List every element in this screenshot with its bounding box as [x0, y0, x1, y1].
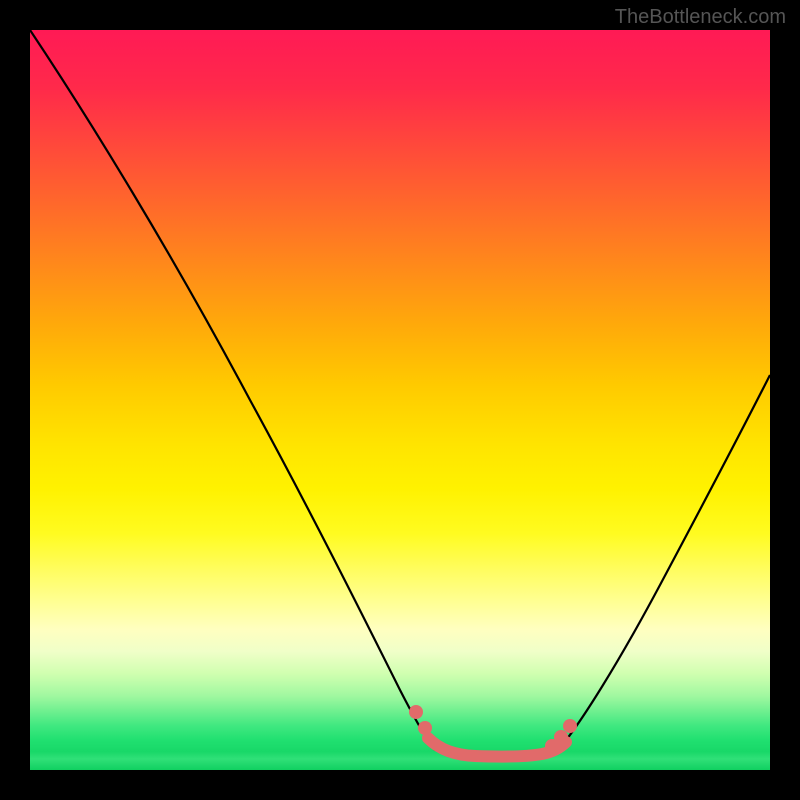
marker-dot [418, 721, 432, 735]
chart-svg [30, 30, 770, 770]
marker-dot [409, 705, 423, 719]
right-curve-line [558, 375, 770, 750]
left-curve-line [30, 30, 435, 750]
marker-dot [563, 719, 577, 733]
watermark-text: TheBottleneck.com [615, 6, 786, 29]
marker-dot [554, 730, 568, 744]
